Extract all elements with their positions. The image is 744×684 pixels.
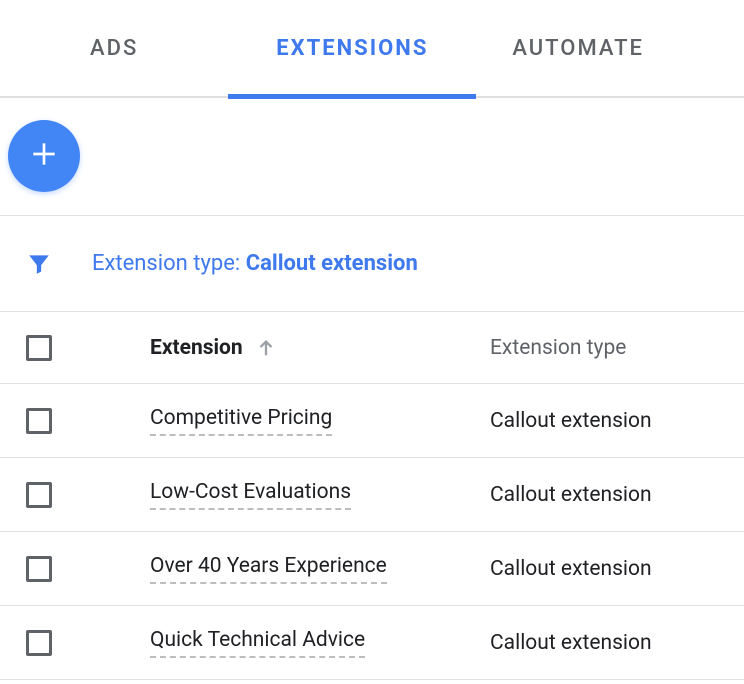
cell-extension[interactable]: Quick Technical Advice [150, 628, 490, 658]
row-checkbox[interactable] [26, 630, 52, 656]
filter-label: Extension type: [92, 251, 246, 276]
table-row: Competitive Pricing Callout extension [0, 384, 744, 458]
table-row: Quick Technical Advice Callout extension [0, 606, 744, 680]
extension-name: Low-Cost Evaluations [150, 480, 351, 510]
select-all-checkbox[interactable] [26, 335, 52, 361]
row-checkbox[interactable] [26, 482, 52, 508]
add-button[interactable] [8, 120, 80, 192]
extension-name: Over 40 Years Experience [150, 554, 387, 584]
table-row: Low-Cost Evaluations Callout extension [0, 458, 744, 532]
cell-type: Callout extension [490, 409, 652, 433]
plus-icon [28, 138, 60, 174]
cell-type: Callout extension [490, 483, 652, 507]
tab-bar: ADS EXTENSIONS AUTOMATE [0, 0, 744, 98]
tab-ads[interactable]: ADS [0, 0, 228, 97]
table-header: Extension Extension type [0, 312, 744, 384]
cell-extension[interactable]: Over 40 Years Experience [150, 554, 490, 584]
column-header-type[interactable]: Extension type [490, 336, 626, 360]
filter-value[interactable]: Callout extension [246, 251, 418, 276]
cell-type: Callout extension [490, 631, 652, 655]
extension-name: Quick Technical Advice [150, 628, 365, 658]
cell-extension[interactable]: Low-Cost Evaluations [150, 480, 490, 510]
sort-ascending-icon [255, 337, 277, 359]
row-checkbox[interactable] [26, 556, 52, 582]
table-row: Over 40 Years Experience Callout extensio… [0, 532, 744, 606]
filter-bar: Extension type: Callout extension [0, 216, 744, 312]
filter-icon[interactable] [26, 251, 52, 277]
tab-automated[interactable]: AUTOMATE [476, 0, 644, 97]
cell-type: Callout extension [490, 557, 652, 581]
column-header-extension[interactable]: Extension [150, 336, 490, 360]
column-header-extension-label: Extension [150, 336, 243, 360]
cell-extension[interactable]: Competitive Pricing [150, 406, 490, 436]
extension-name: Competitive Pricing [150, 406, 332, 436]
action-bar [0, 98, 744, 216]
tab-extensions[interactable]: EXTENSIONS [228, 0, 476, 97]
row-checkbox[interactable] [26, 408, 52, 434]
